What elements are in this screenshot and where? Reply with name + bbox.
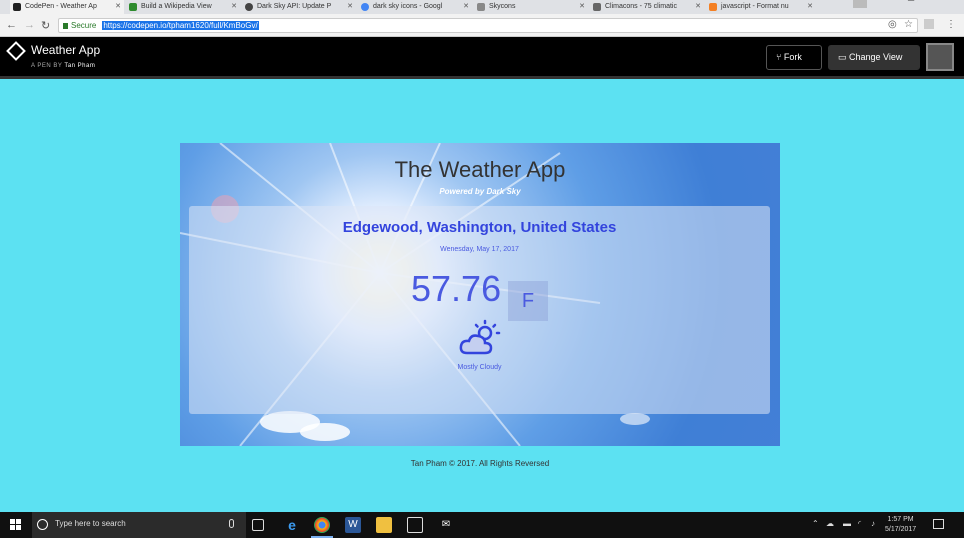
chrome-icon[interactable]: [314, 517, 330, 533]
restore-window-icon[interactable]: ▔: [908, 0, 914, 9]
unit-toggle-button[interactable]: F: [508, 281, 548, 321]
taskbar: Type here to search e W ✉ ⌃ ☁ ▬ ◜ ♪ 1:57…: [0, 512, 964, 538]
browser-tab-darksky[interactable]: Dark Sky API: Update P ✕: [242, 0, 356, 14]
edge-browser-icon[interactable]: e: [284, 517, 300, 533]
lock-icon: [63, 23, 68, 29]
location-target-icon[interactable]: ◎: [888, 19, 897, 30]
volume-icon[interactable]: ♪: [871, 519, 875, 528]
fork-label: Fork: [783, 52, 802, 62]
footer-text: Tan Pham © 2017. All Rights Reversed: [410, 459, 550, 468]
powered-by-link[interactable]: Powered by Dark Sky: [180, 187, 780, 196]
layout-icon: ▭: [838, 52, 850, 62]
weather-panel: Edgewood, Washington, United States Wene…: [189, 206, 770, 414]
system-clock[interactable]: 1:57 PM 5/17/2017: [885, 515, 916, 535]
wifi-icon[interactable]: ◜: [858, 519, 861, 528]
app-title: The Weather App: [394, 157, 566, 182]
close-icon[interactable]: ✕: [463, 0, 469, 13]
fork-icon: ⑂: [776, 52, 784, 62]
codepen-logo-icon[interactable]: [6, 41, 26, 61]
url-input[interactable]: Secure https://codepen.io/tpham1620/full/…: [58, 18, 918, 33]
tab-label: dark sky icons - Googl: [373, 3, 443, 10]
close-icon[interactable]: ✕: [695, 0, 701, 13]
network-icon[interactable]: ▬: [843, 519, 851, 528]
menu-dots-icon[interactable]: ⋮: [946, 19, 956, 30]
clock-time: 1:57 PM: [887, 516, 914, 523]
search-placeholder: Type here to search: [55, 519, 126, 528]
tray-chevron-icon[interactable]: ⌃: [812, 519, 819, 528]
pen-title: Weather App: [31, 43, 101, 57]
temperature-value: 57.76: [411, 268, 502, 309]
codepen-favicon-icon: [13, 3, 21, 11]
url-text: https://codepen.io/tpham1620/full/KmBoGv…: [102, 21, 259, 30]
fcc-favicon-icon: [129, 3, 137, 11]
microphone-icon[interactable]: [229, 519, 234, 528]
forward-arrow-icon[interactable]: →: [24, 19, 35, 31]
cloud-shape: [620, 413, 650, 425]
browser-tab-google[interactable]: dark sky icons - Googl ✕: [358, 0, 472, 14]
extension-icon[interactable]: [924, 19, 934, 29]
reload-icon[interactable]: ↻: [41, 19, 50, 32]
browser-tab-climacons[interactable]: Climacons - 75 climatic ✕: [590, 0, 704, 14]
close-icon[interactable]: ✕: [115, 0, 121, 13]
weather-summary: Mostly Cloudy: [457, 364, 502, 371]
tab-label: javascript - Format nu: [721, 3, 789, 10]
stackoverflow-favicon-icon: [709, 3, 717, 11]
weather-card: The Weather App Powered by Dark Sky Edge…: [180, 143, 780, 446]
cortana-icon: [37, 519, 48, 530]
tab-label: CodePen - Weather Ap: [25, 3, 97, 10]
tab-label: Skycons: [489, 3, 516, 10]
google-favicon-icon: [361, 3, 369, 11]
codepen-header: Weather App A PEN BY Tan Pham ⑂ Fork ▭ C…: [0, 37, 964, 79]
close-icon[interactable]: ✕: [347, 0, 353, 13]
notification-center-icon[interactable]: [933, 519, 944, 529]
darksky-favicon-icon: [245, 3, 253, 11]
secure-label: Secure: [71, 21, 97, 30]
change-view-label: Change View: [849, 52, 903, 62]
mail-icon[interactable]: ✉: [438, 517, 454, 533]
clock-date: 5/17/2017: [885, 526, 917, 533]
store-icon[interactable]: [407, 517, 423, 533]
close-icon[interactable]: ✕: [807, 0, 813, 13]
close-icon[interactable]: ✕: [579, 0, 585, 13]
browser-tab-strip: CodePen - Weather Ap ✕ Build a Wikipedia…: [0, 0, 964, 14]
bookmark-star-icon[interactable]: ☆: [904, 19, 913, 30]
word-icon[interactable]: W: [345, 517, 361, 533]
close-icon[interactable]: ✕: [231, 0, 237, 13]
tab-label: Climacons - 75 climatic: [605, 3, 677, 10]
browser-tab-skycons[interactable]: Skycons ✕: [474, 0, 588, 14]
avatar[interactable]: [926, 43, 954, 71]
change-view-button[interactable]: ▭ Change View: [828, 45, 920, 70]
taskbar-search-input[interactable]: Type here to search: [32, 512, 246, 538]
back-arrow-icon[interactable]: ←: [6, 19, 17, 31]
partly-cloudy-day-icon: [459, 319, 501, 355]
user-profile-icon[interactable]: [853, 0, 867, 8]
browser-tab-wikipedia[interactable]: Build a Wikipedia View ✕: [126, 0, 240, 14]
author-link[interactable]: Tan Pham: [64, 63, 95, 69]
byline-prefix: A PEN BY: [31, 63, 63, 69]
location-label: Edgewood, Washington, United States: [342, 219, 617, 236]
address-bar: ← → ↻ Secure https://codepen.io/tpham1620…: [0, 14, 964, 37]
date-label: Wenesday, May 17, 2017: [440, 246, 519, 253]
browser-tab-codepen[interactable]: CodePen - Weather Ap ✕: [10, 0, 124, 14]
tab-label: Dark Sky API: Update P: [257, 3, 332, 10]
file-explorer-icon[interactable]: [376, 517, 392, 533]
page-favicon-icon: [477, 3, 485, 11]
windows-start-icon[interactable]: [10, 519, 22, 531]
browser-tab-stackoverflow[interactable]: javascript - Format nu ✕: [706, 0, 816, 14]
tab-label: Build a Wikipedia View: [141, 3, 212, 10]
climacons-favicon-icon: [593, 3, 601, 11]
onedrive-cloud-icon[interactable]: ☁: [826, 519, 834, 528]
pen-byline: A PEN BY Tan Pham: [31, 63, 95, 69]
task-view-icon[interactable]: [252, 519, 264, 531]
cloud-shape: [300, 423, 350, 441]
fork-button[interactable]: ⑂ Fork: [766, 45, 822, 70]
